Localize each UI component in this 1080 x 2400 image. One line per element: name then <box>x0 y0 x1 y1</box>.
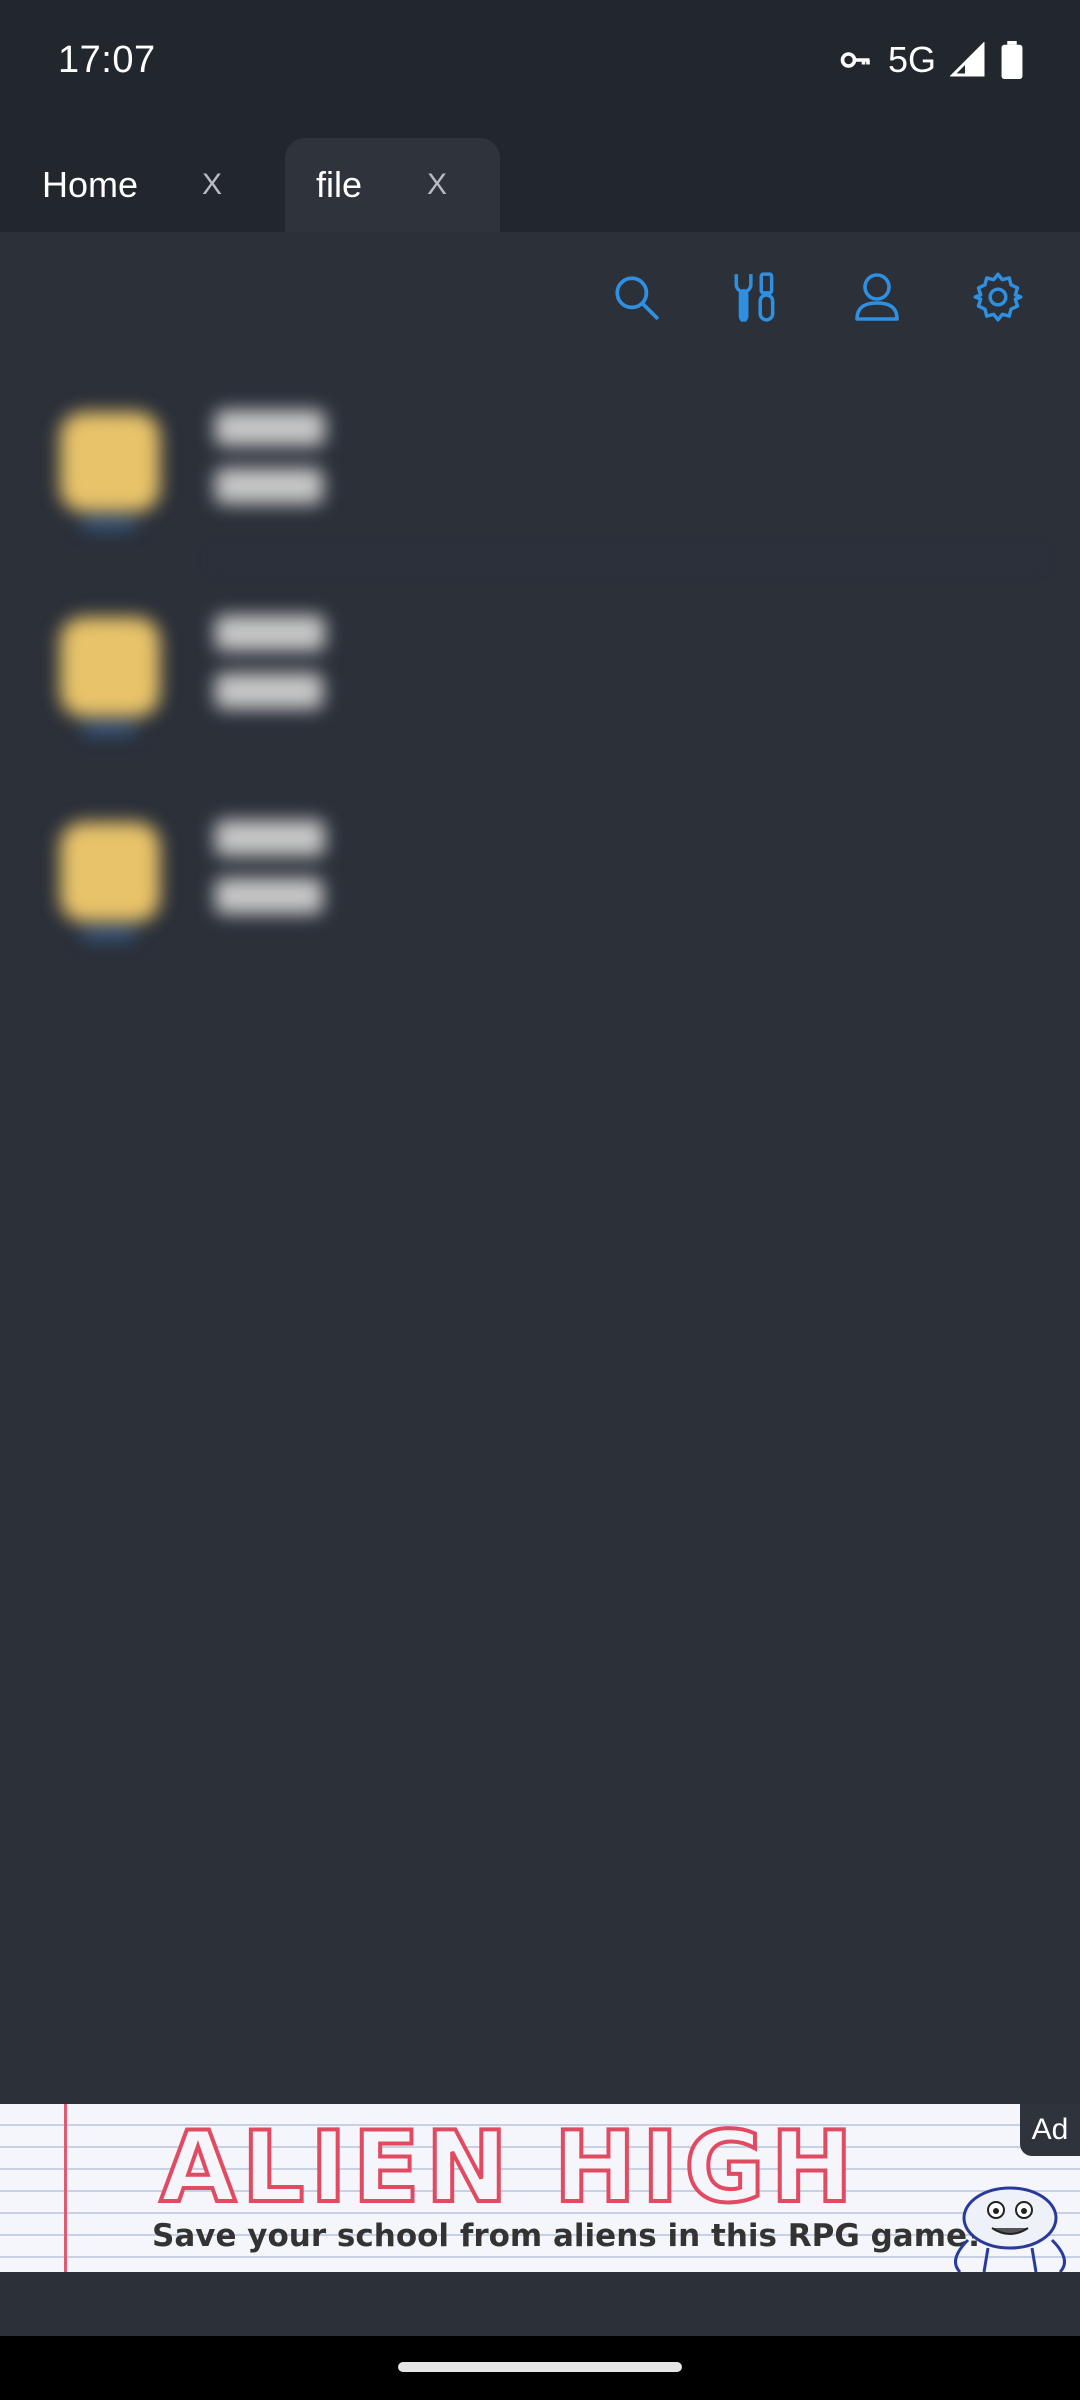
tab-file[interactable]: file X <box>285 138 500 232</box>
list-item[interactable] <box>0 380 1080 585</box>
alien-mascot-icon <box>954 2186 1066 2272</box>
ad-tagline: Save your school from aliens in this RPG… <box>152 2218 982 2254</box>
status-bar: 17:07 5G <box>0 0 1080 120</box>
tools-button[interactable] <box>725 267 785 327</box>
list-item[interactable] <box>0 585 1080 790</box>
search-button[interactable] <box>606 267 666 327</box>
search-icon <box>615 276 659 320</box>
folder-icon <box>60 412 160 512</box>
settings-button[interactable] <box>968 267 1028 327</box>
tools-icon <box>734 272 775 322</box>
settings-icon <box>973 272 1023 322</box>
tab-home-label: Home <box>42 164 139 205</box>
folder-icon <box>60 822 160 922</box>
folder-icon <box>60 617 160 717</box>
tab-home-close-button[interactable]: X <box>202 168 222 202</box>
home-gesture-handle[interactable] <box>398 2362 682 2372</box>
account-icon <box>855 273 899 321</box>
cell-signal-icon <box>950 42 986 78</box>
battery-icon <box>1000 41 1024 79</box>
navigation-bar <box>0 2336 1080 2400</box>
tab-file-label: file <box>316 164 363 205</box>
ad-banner[interactable]: ALIEN HIGH Save your school from aliens … <box>0 2104 1080 2272</box>
ad-brand-logo: ALIEN HIGH <box>158 2111 859 2225</box>
network-type: 5G <box>887 39 936 80</box>
tab-bar: Home X file X <box>0 120 1080 232</box>
file-list <box>0 380 1080 995</box>
vpn-key-icon <box>838 42 874 78</box>
toolbar <box>0 232 1080 362</box>
status-time: 17:07 <box>58 38 156 81</box>
ad-badge: Ad <box>1020 2104 1080 2156</box>
list-item[interactable] <box>0 790 1080 995</box>
tab-file-close-button[interactable]: X <box>427 168 447 202</box>
account-button[interactable] <box>847 267 907 327</box>
status-icons: 5G <box>838 39 1024 81</box>
tab-home[interactable]: Home X <box>0 138 270 232</box>
